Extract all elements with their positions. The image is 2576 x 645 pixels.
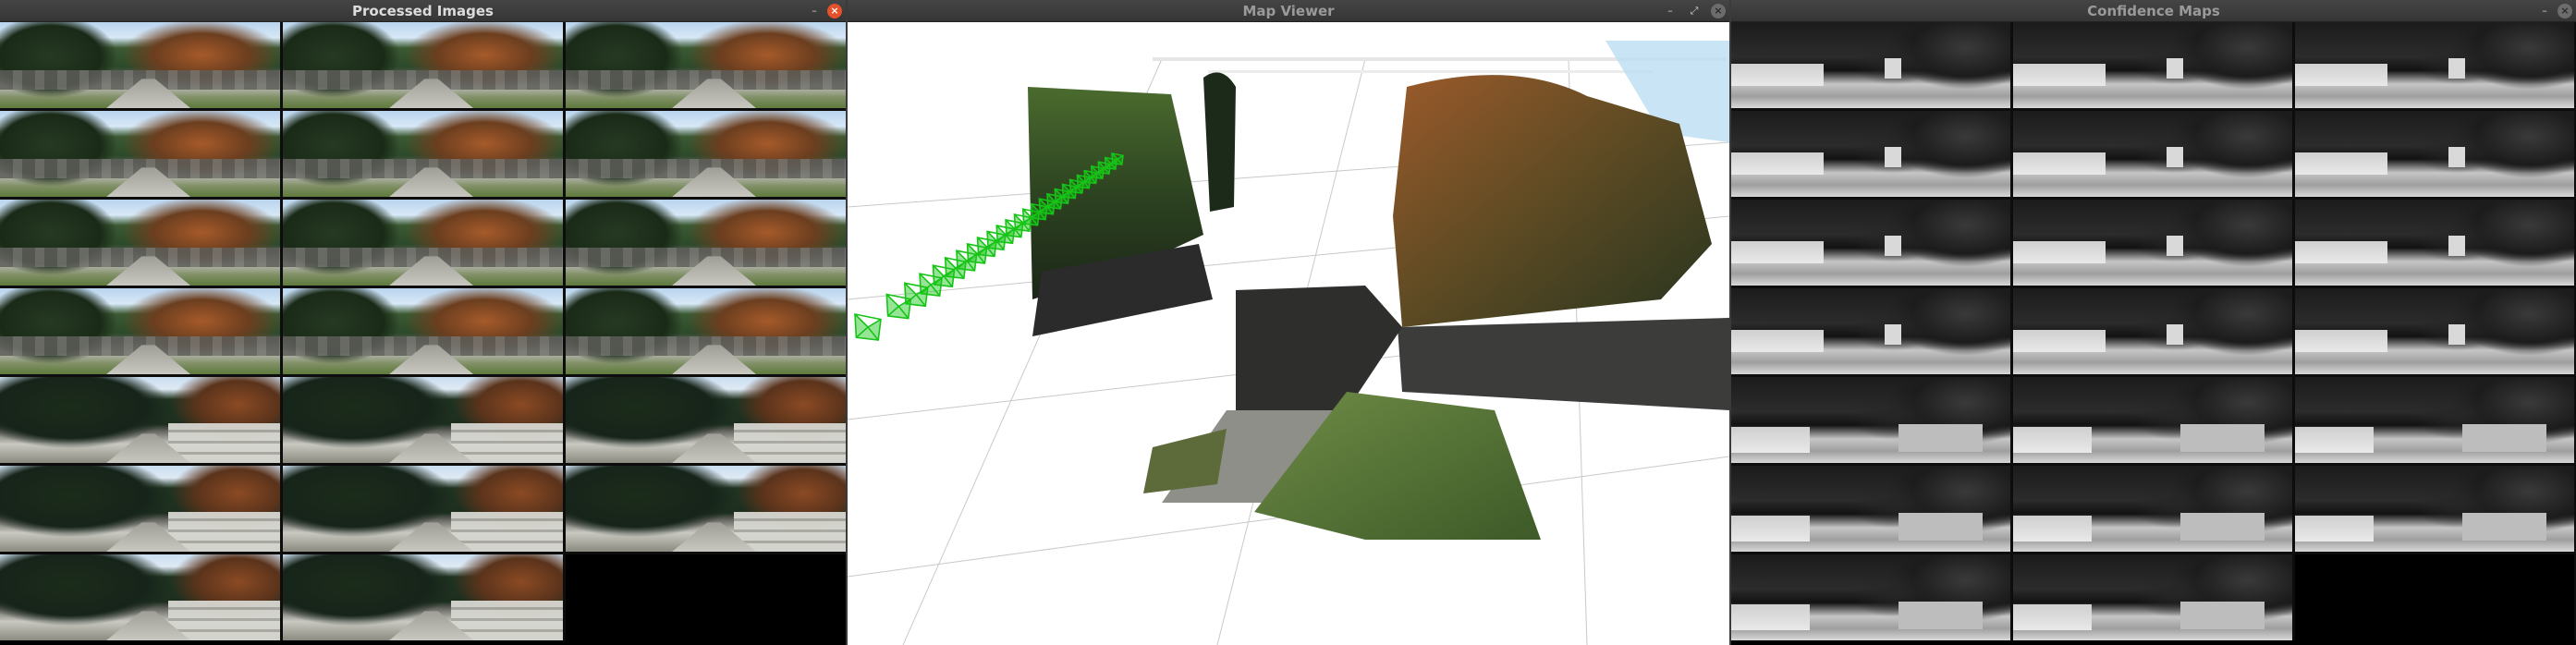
processed-image-tile [566,200,846,286]
processed-image-tile [0,377,280,463]
confidence-map-tile [2295,288,2574,374]
processed-image-tile [283,377,563,463]
close-button[interactable]: × [1711,4,1726,18]
confidence-map-tile [2013,466,2292,552]
confidence-maps-grid [1731,22,2576,640]
processed-image-tile [0,111,280,197]
confidence-map-tile [1731,200,2010,286]
processed-images-grid [0,22,846,640]
minimize-button[interactable]: – [807,4,822,18]
processed-image-tile [0,200,280,286]
confidence-map-tile [2295,200,2574,286]
confidence-map-tile [2013,22,2292,108]
processed-image-tile [0,288,280,374]
processed-image-tile [566,288,846,374]
confidence-map-tile [1731,554,2010,640]
processed-image-tile [566,111,846,197]
confidence-map-tile [2013,288,2292,374]
map-viewer-window: Map Viewer – ⤢ × [848,0,1729,645]
close-button[interactable]: × [827,4,842,18]
confidence-map-tile [1731,288,2010,374]
map-3d-viewport[interactable] [848,22,1729,645]
confidence-map-tile [1731,466,2010,552]
processed-image-tile [283,200,563,286]
processed-image-tile [283,466,563,552]
window-title: Processed Images [352,3,494,19]
confidence-maps-window: Confidence Maps – × [1731,0,2576,645]
confidence-map-tile [1731,377,2010,463]
confidence-map-tile [1731,22,2010,108]
camera-frustum-icon [1111,152,1124,165]
processed-images-titlebar[interactable]: Processed Images – × [0,0,846,22]
processed-image-tile [283,288,563,374]
processed-image-tile [283,22,563,108]
processed-image-tile [283,111,563,197]
confidence-map-tile [2295,377,2574,463]
processed-image-tile [0,554,280,640]
maximize-button[interactable]: ⤢ [1687,4,1702,18]
empty-tile [2295,554,2574,640]
confidence-map-tile [2013,554,2292,640]
empty-tile [566,554,846,640]
confidence-map-tile [2295,466,2574,552]
minimize-button[interactable]: – [2537,4,2552,18]
processed-image-tile [566,377,846,463]
confidence-map-tile [2013,111,2292,197]
window-title: Confidence Maps [2087,3,2220,19]
map-viewer-titlebar[interactable]: Map Viewer – ⤢ × [848,0,1729,22]
confidence-map-tile [2295,22,2574,108]
confidence-maps-titlebar[interactable]: Confidence Maps – × [1731,0,2576,22]
processed-images-window: Processed Images – × [0,0,846,645]
confidence-map-tile [2295,111,2574,197]
processed-image-tile [566,466,846,552]
processed-image-tile [283,554,563,640]
confidence-map-tile [1731,111,2010,197]
point-cloud [1028,72,1729,540]
confidence-map-tile [2013,377,2292,463]
processed-image-tile [0,22,280,108]
minimize-button[interactable]: – [1663,4,1678,18]
camera-frustum-icon [854,313,882,341]
processed-image-tile [566,22,846,108]
close-button[interactable]: × [2558,4,2572,18]
confidence-map-tile [2013,200,2292,286]
processed-image-tile [0,466,280,552]
window-title: Map Viewer [1242,3,1335,19]
